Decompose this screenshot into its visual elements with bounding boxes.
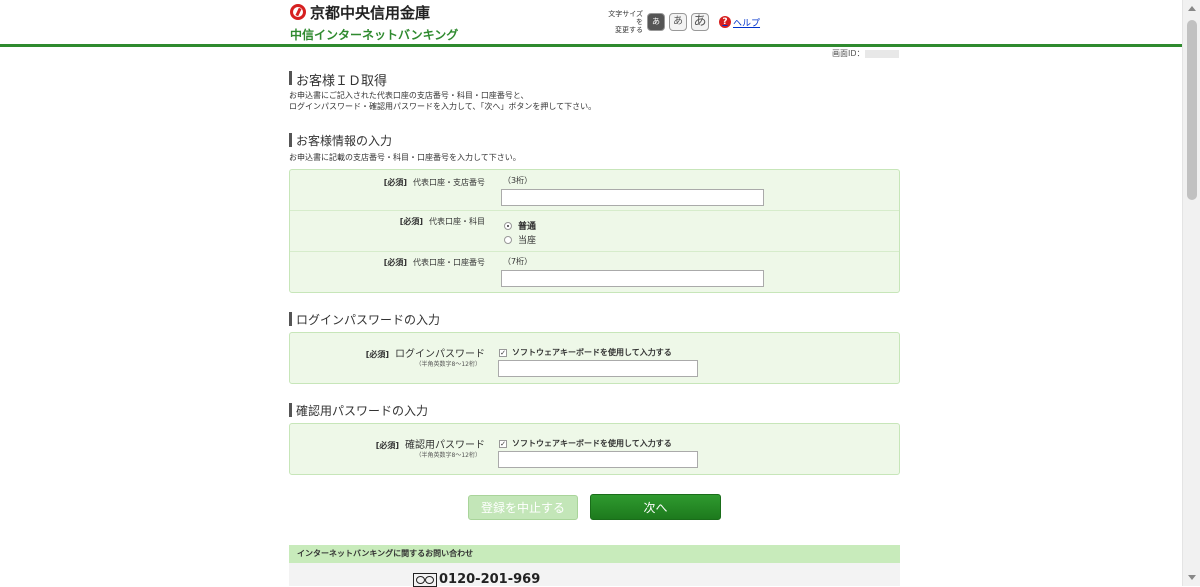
- confirm-password-sub-label: （半角英数字8～12桁）: [415, 452, 481, 459]
- font-size-large-button[interactable]: あ: [691, 13, 709, 31]
- contact-heading: インターネットバンキングに関するお問い合わせ: [289, 545, 900, 563]
- login-password-heading: ログインパスワードの入力: [296, 313, 441, 327]
- bank-name: 京都中央信用金庫: [310, 4, 431, 22]
- login-password-panel: [必須] ログインパスワード （半角英数字8～12桁） ✓ ソフトウェアキーボードを…: [289, 332, 900, 384]
- branch-number-input[interactable]: [501, 189, 764, 206]
- customer-info-description: お申込書に記載の支店番号・科目・口座番号を入力して下さい。: [289, 153, 521, 162]
- login-password-label: [必須] ログインパスワード: [365, 349, 485, 360]
- confirm-password-heading: 確認用パスワードの入力: [296, 404, 429, 418]
- radio-checked-icon: [504, 221, 512, 230]
- branch-hint: （3桁）: [503, 176, 533, 185]
- account-type-radio-touza[interactable]: 当座: [504, 233, 536, 246]
- branch-label: [必須] 代表口座・支店番号: [383, 178, 485, 187]
- login-software-keyboard-checkbox[interactable]: ✓ ソフトウェアキーボードを使用して入力する: [499, 347, 672, 358]
- site-header: 京都中央信用金庫 中信インターネットバンキング 文字サイズを 変更する あ あ …: [0, 0, 1183, 47]
- customer-info-heading-bar: [289, 133, 292, 147]
- bank-logo-icon: [290, 4, 306, 20]
- help-icon: ?: [719, 16, 731, 28]
- contact-phone: 0120-201-969: [413, 572, 540, 587]
- vertical-scrollbar[interactable]: [1182, 0, 1200, 586]
- confirm-password-panel: [必須] 確認用パスワード （半角英数字8～12桁） ✓ ソフトウェアキーボードを使…: [289, 423, 900, 475]
- bank-logo[interactable]: 京都中央信用金庫 中信インターネットバンキング: [290, 2, 458, 43]
- login-password-heading-bar: [289, 312, 292, 326]
- login-password-input[interactable]: [498, 360, 698, 377]
- confirm-password-heading-bar: [289, 403, 292, 417]
- contact-body: [289, 563, 900, 586]
- free-dial-icon: [413, 572, 437, 587]
- next-button[interactable]: 次へ: [590, 494, 721, 520]
- font-size-medium-button[interactable]: あ: [669, 13, 687, 31]
- confirm-password-input[interactable]: [498, 451, 698, 468]
- scroll-up-arrow-icon[interactable]: [1188, 6, 1196, 11]
- page-title-bar: [289, 71, 292, 85]
- account-number-label: [必須] 代表口座・口座番号: [383, 258, 485, 267]
- confirm-password-label: [必須] 確認用パスワード: [375, 440, 485, 451]
- checkbox-checked-icon: ✓: [499, 439, 507, 448]
- screen-id-value-masked: [864, 49, 899, 58]
- font-size-small-button[interactable]: あ: [647, 13, 665, 31]
- checkbox-checked-icon: ✓: [499, 348, 507, 357]
- help-label: ヘルプ: [733, 18, 761, 29]
- account-number-input[interactable]: [501, 270, 764, 287]
- font-size-controls: 文字サイズを 変更する あ あ あ ? ヘルプ: [605, 10, 760, 34]
- customer-info-panel: [必須] 代表口座・支店番号 （3桁） [必須] 代表口座・科目 普通 当座 [必須…: [289, 169, 900, 293]
- cancel-registration-button[interactable]: 登録を中止する: [468, 495, 578, 520]
- account-number-hint: （7桁）: [503, 257, 533, 266]
- service-name: 中信インターネットバンキング: [290, 28, 459, 42]
- screen-id: 画面ID：: [832, 48, 899, 59]
- scrollbar-thumb[interactable]: [1187, 20, 1197, 200]
- row-divider: [290, 210, 899, 211]
- login-password-sub-label: （半角英数字8～12桁）: [415, 361, 481, 368]
- row-divider: [290, 251, 899, 252]
- account-type-radio-futsu[interactable]: 普通: [504, 219, 536, 232]
- help-link[interactable]: ? ヘルプ: [719, 16, 760, 29]
- confirm-software-keyboard-checkbox[interactable]: ✓ ソフトウェアキーボードを使用して入力する: [499, 438, 672, 449]
- radio-unchecked-icon: [504, 235, 512, 244]
- page-title: お客様ＩＤ取得: [296, 74, 388, 89]
- account-type-label: [必須] 代表口座・科目: [399, 217, 485, 226]
- font-size-label: 文字サイズを 変更する: [608, 10, 643, 34]
- scroll-down-arrow-icon[interactable]: [1188, 575, 1196, 580]
- customer-info-heading: お客様情報の入力: [296, 134, 393, 148]
- page-description: お申込書にご記入された代表口座の支店番号・科目・口座番号と、 ログインパスワード…: [289, 91, 597, 111]
